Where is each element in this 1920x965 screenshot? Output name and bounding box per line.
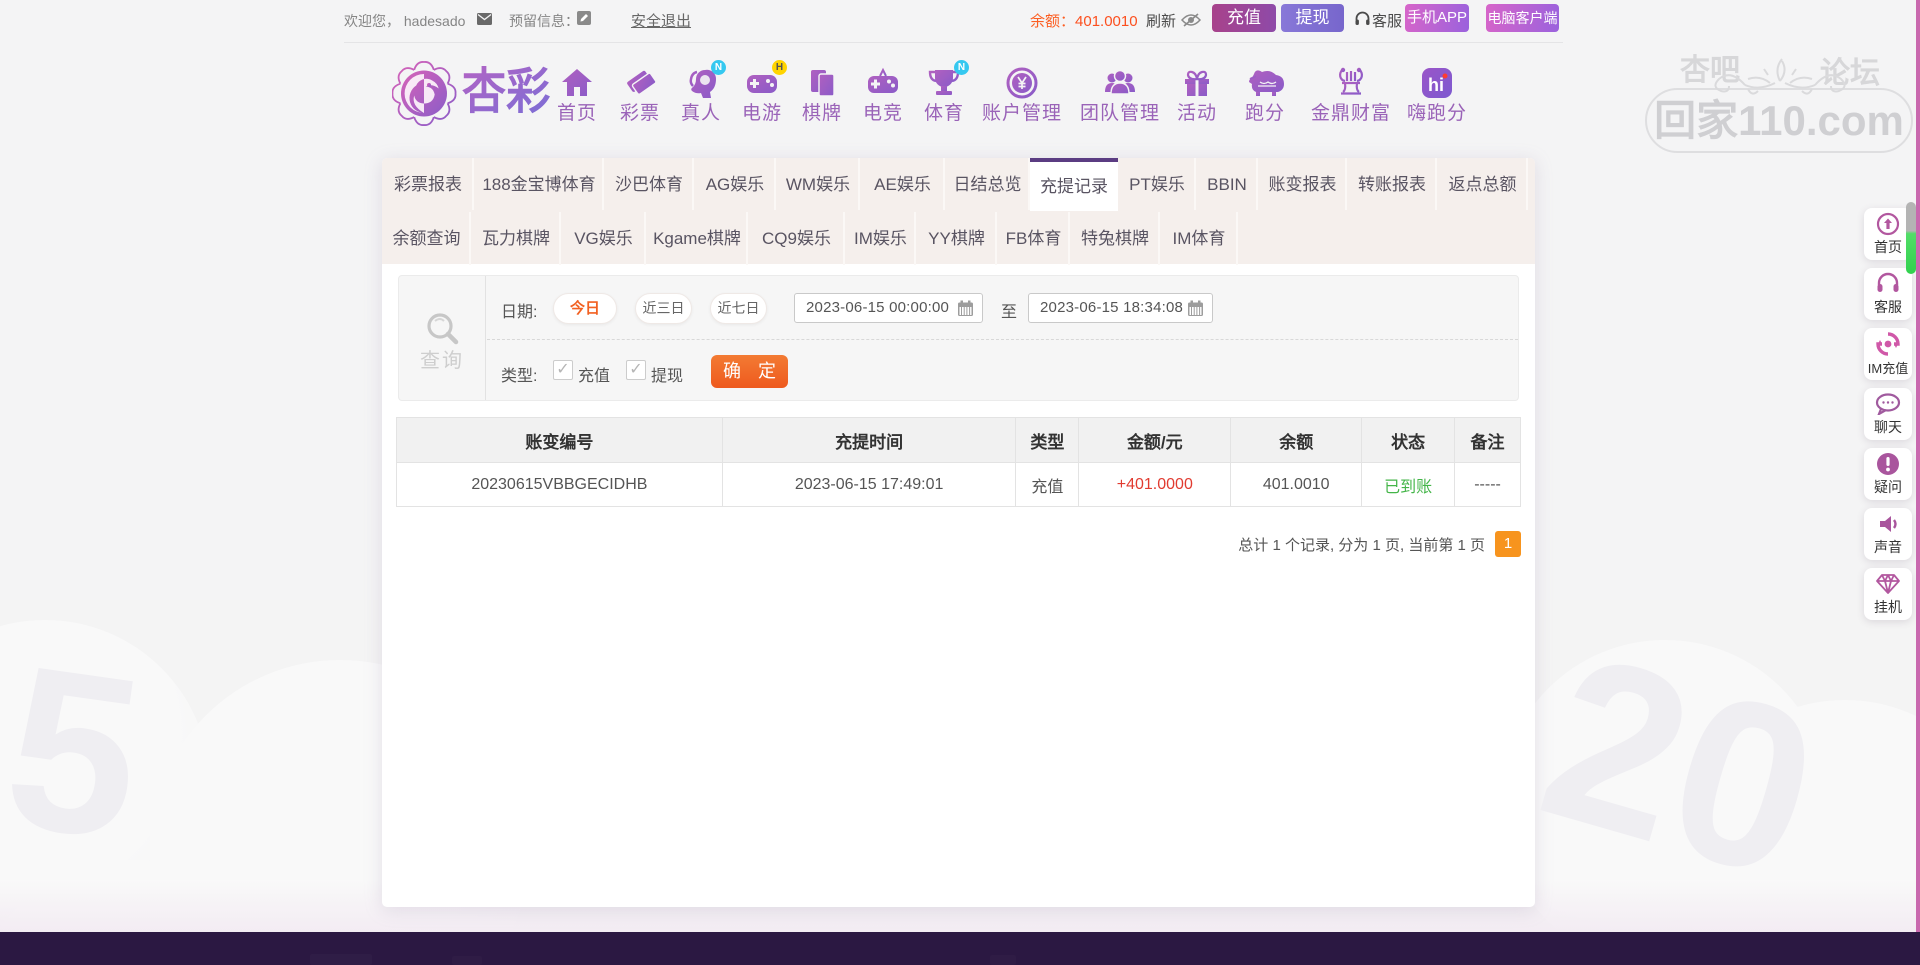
svg-text:hi: hi (1428, 75, 1444, 95)
